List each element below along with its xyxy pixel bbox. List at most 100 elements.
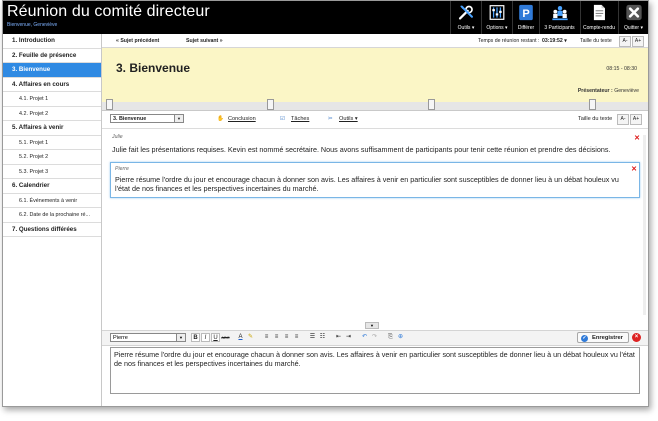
timeline-handle[interactable] <box>267 99 274 110</box>
highlight-icon[interactable]: ✎ <box>246 333 255 342</box>
checkmark-icon: ✓ <box>581 335 588 342</box>
app-title: Réunion du comité directeur <box>7 3 210 20</box>
timeline-slider[interactable] <box>102 99 648 111</box>
document-icon <box>593 4 605 21</box>
topic-title: 3. Bienvenue <box>116 61 191 75</box>
sidebar-item-upcoming-project-2[interactable]: 5.2. Projet 2 <box>3 150 101 165</box>
presenter-info: Présentateur : Geneviève <box>578 88 639 94</box>
font-larger-button[interactable]: A+ <box>632 36 644 47</box>
align-center-icon[interactable]: ≡ <box>272 333 281 342</box>
note-author: Julie <box>112 134 123 140</box>
tools-button-label: Outils ▾ <box>457 25 475 31</box>
outdent-icon[interactable]: ⇤ <box>334 333 343 342</box>
note-item-selected[interactable]: Pierre Pierre résume l'ordre du jour et … <box>110 162 640 198</box>
undo-icon[interactable]: ↶ <box>360 333 369 342</box>
font-smaller-button[interactable]: A- <box>617 114 629 125</box>
participants-icon <box>551 6 568 21</box>
tools-menu-link[interactable]: ✂ Outils ▾ <box>328 116 358 122</box>
park-button[interactable]: P Différer <box>513 1 539 34</box>
top-bar: Réunion du comité directeur Bienvenue, G… <box>3 1 648 34</box>
save-button-label: Enregistrer <box>592 335 623 341</box>
note-author: Pierre <box>115 166 129 172</box>
note-editor[interactable]: Pierre résume l'ordre du jour et encoura… <box>110 347 640 394</box>
checklist-icon: ☑ <box>280 116 286 122</box>
font-color-button[interactable]: A <box>236 333 245 342</box>
minutes-button[interactable]: Compte-rendu <box>581 1 617 34</box>
sidebar-item-upcoming-events[interactable]: 6.1. Événements à venir <box>3 194 101 208</box>
participants-button-label: 3 Participants <box>544 25 575 31</box>
sidebar-item-calendar[interactable]: 6. Calendrier <box>3 179 101 194</box>
participants-button[interactable]: 3 Participants <box>540 1 579 34</box>
options-button[interactable]: Options ▾ <box>482 1 512 34</box>
topic-header: 3. Bienvenue 08:15 - 08:30 Présentateur … <box>102 48 648 103</box>
indent-icon[interactable]: ⇥ <box>344 333 353 342</box>
timeline-handle[interactable] <box>428 99 435 110</box>
bullet-list-icon[interactable]: ☰ <box>308 333 317 342</box>
sidebar-item-current-business[interactable]: 4. Affaires en cours <box>3 78 101 92</box>
handshake-icon: ✋ <box>217 116 224 122</box>
timeline-handle[interactable] <box>589 99 596 110</box>
note-text: Pierre résume l'ordre du jour et encoura… <box>115 175 619 193</box>
notes-scrollbar[interactable] <box>643 135 646 315</box>
sidebar-item-current-project-2[interactable]: 4.2. Projet 2 <box>3 107 101 121</box>
presenter-label: Présentateur : <box>577 88 613 94</box>
bold-button[interactable]: B <box>191 333 200 342</box>
tools-button[interactable]: Outils ▾ <box>451 1 481 34</box>
link-icon[interactable]: ⊕ <box>396 333 405 342</box>
svg-text:P: P <box>522 8 529 20</box>
tools-icon <box>458 5 473 20</box>
sidebar-item-upcoming-project-1[interactable]: 5.1. Projet 1 <box>3 136 101 150</box>
collapse-toggle[interactable]: ▼ <box>365 322 379 329</box>
topic-select[interactable]: 3. Bienvenue ▼ <box>110 114 184 123</box>
note-item[interactable]: Julie Julie fait les présentations requi… <box>112 134 640 154</box>
author-select[interactable]: Pierre ▼ <box>110 333 186 342</box>
conclusion-label: Conclusion <box>228 116 256 122</box>
sidebar-item-introduction[interactable]: 1. Introduction <box>3 34 101 49</box>
options-icon <box>489 5 505 20</box>
timeline-handle[interactable] <box>106 99 113 110</box>
sidebar-item-upcoming-project-3[interactable]: 5.3. Projet 3 <box>3 165 101 179</box>
sidebar-item-attendance[interactable]: 2. Feuille de présence <box>3 49 101 63</box>
tasks-link[interactable]: ☑ Tâches <box>280 116 309 122</box>
strikethrough-button[interactable]: ABC <box>221 333 230 342</box>
redo-icon[interactable]: ↷ <box>370 333 379 342</box>
underline-button[interactable]: U <box>211 333 220 342</box>
presenter-name: Geneviève <box>614 88 639 94</box>
previous-topic-link[interactable]: « Sujet précédent <box>116 38 159 44</box>
sidebar-item-next-date[interactable]: 6.2. Date de la prochaine ré... <box>3 208 101 223</box>
app-subtitle: Bienvenue, Geneviève <box>7 22 58 28</box>
remaining-time-dropdown[interactable]: 03:19:52 ▾ <box>542 38 567 44</box>
attachment-icon[interactable]: ⎘ <box>386 333 395 342</box>
next-topic-link[interactable]: Sujet suivant » <box>186 38 223 44</box>
align-left-icon[interactable]: ≡ <box>262 333 271 342</box>
tasks-label: Tâches <box>291 116 310 122</box>
justify-icon[interactable]: ≡ <box>292 333 301 342</box>
topic-navigation-bar: « Sujet précédent Sujet suivant » Temps … <box>102 34 648 48</box>
save-button[interactable]: ✓ Enregistrer <box>577 332 629 343</box>
close-icon <box>625 4 642 21</box>
tools-icon: ✂ <box>328 116 333 122</box>
park-icon: P <box>519 4 533 21</box>
align-right-icon[interactable]: ≡ <box>282 333 291 342</box>
topic-tools-bar: 3. Bienvenue ▼ ✋ Conclusion ☑ Tâches ✂ Outi… <box>102 111 648 129</box>
delete-note-icon[interactable]: ✕ <box>634 134 640 142</box>
conclusion-link[interactable]: ✋ Conclusion <box>217 116 256 122</box>
cancel-icon[interactable]: × <box>632 333 641 342</box>
font-larger-button[interactable]: A+ <box>630 114 642 125</box>
sidebar-item-deferred-questions[interactable]: 7. Questions différées <box>3 223 101 237</box>
numbered-list-icon[interactable]: ☷ <box>318 333 327 342</box>
sidebar-item-welcome[interactable]: 3. Bienvenue <box>3 63 101 78</box>
note-text: Julie fait les présentations requises. K… <box>112 145 611 154</box>
editor-toolbar: Pierre ▼ B I U ABC A ✎ ≡ ≡ ≡ ≡ ☰ ☷ ⇤ ⇥ ↶… <box>102 330 648 346</box>
sidebar-item-upcoming-business[interactable]: 5. Affaires à venir <box>3 121 101 136</box>
sidebar-item-current-project-1[interactable]: 4.1. Projet 1 <box>3 92 101 107</box>
options-button-label: Options ▾ <box>486 25 508 31</box>
text-size-label: Taille du texte <box>580 38 612 44</box>
chevron-down-icon: ▼ <box>174 115 183 122</box>
font-smaller-button[interactable]: A- <box>619 36 631 47</box>
delete-note-icon[interactable]: ✕ <box>631 165 637 173</box>
topic-time-range: 08:15 - 08:30 <box>606 66 637 72</box>
italic-button[interactable]: I <box>201 333 210 342</box>
quit-button[interactable]: Quitter ▾ <box>619 1 648 34</box>
notes-area: Julie Julie fait les présentations requi… <box>102 129 648 319</box>
